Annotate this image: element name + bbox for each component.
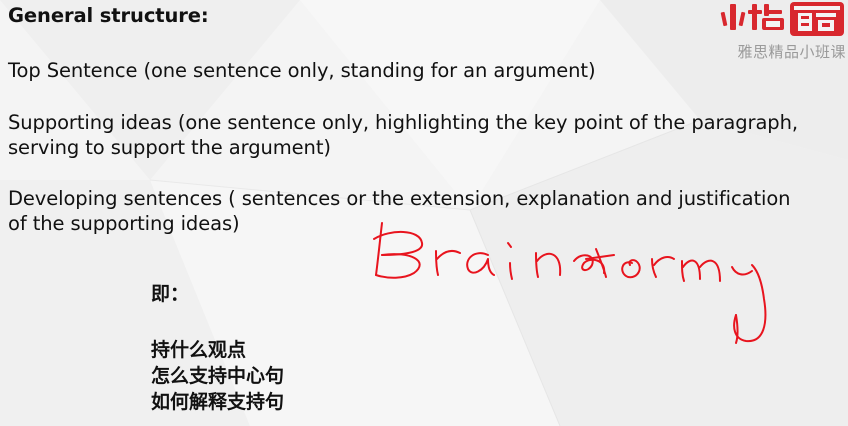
supporting-ideas-paragraph: Supporting ideas (one sentence only, hig…	[8, 110, 798, 160]
chinese-summary-label: 即：	[151, 283, 190, 305]
top-sentence-paragraph: Top Sentence (one sentence only, standin…	[8, 59, 596, 82]
chinese-summary-line-3: 如何解释支持句	[151, 391, 285, 413]
handwritten-scribble-icon	[373, 222, 767, 344]
supporting-ideas-line-2: serving to support the argument)	[8, 136, 331, 159]
developing-sentences-line-1: Developing sentences ( sentences or the …	[8, 187, 791, 210]
chinese-summary-line-1: 持什么观点	[151, 339, 247, 361]
supporting-ideas-line-1: Supporting ideas (one sentence only, hig…	[8, 111, 798, 134]
brand-tagline: 雅思精品小班课	[737, 43, 846, 61]
slide-heading: General structure:	[8, 4, 209, 27]
slide-content: General structure: Top Sentence (one sen…	[0, 0, 848, 426]
brand-logo-icon	[720, 2, 844, 36]
chinese-summary-line-2: 怎么支持中心句	[151, 365, 285, 387]
brand-logo: 雅思精品小班课	[708, 0, 848, 66]
